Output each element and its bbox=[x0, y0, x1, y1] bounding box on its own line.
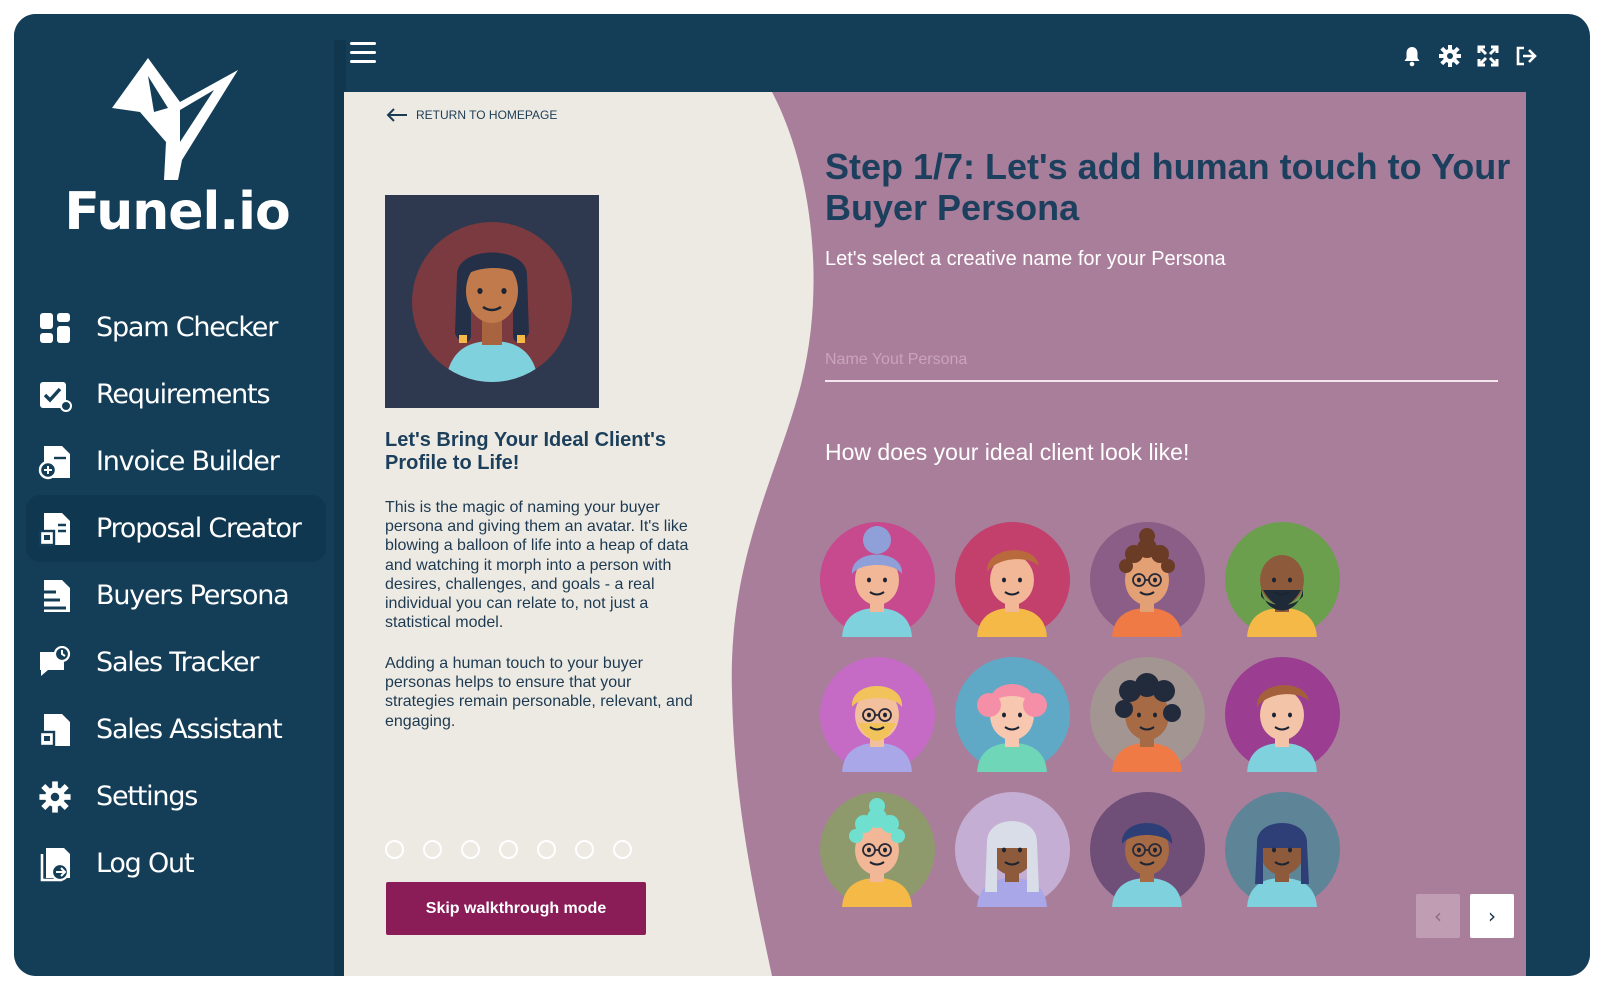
invoice-icon bbox=[38, 444, 72, 480]
avatar-option-6[interactable] bbox=[955, 657, 1070, 775]
right-edge bbox=[1526, 92, 1590, 976]
skip-walkthrough-button[interactable]: Skip walkthrough mode bbox=[386, 882, 646, 935]
person-avatar-icon bbox=[820, 792, 935, 910]
sidebar-item-label: Requirements bbox=[96, 379, 271, 410]
bell-icon[interactable] bbox=[1400, 44, 1424, 68]
person-avatar-icon bbox=[820, 522, 935, 640]
step-indicator bbox=[385, 840, 632, 859]
gear-icon bbox=[38, 779, 72, 815]
brand-name: Funel.io bbox=[64, 182, 290, 242]
main-panel: RETURN TO HOMEPAGE Let's Bring Your Idea… bbox=[344, 92, 1526, 976]
sidebar-item-invoice-builder[interactable]: Invoice Builder bbox=[26, 428, 326, 495]
topbar bbox=[346, 14, 1590, 92]
logout-icon bbox=[38, 846, 72, 882]
sidebar-item-sales-assistant[interactable]: Sales Assistant bbox=[26, 696, 326, 763]
chevron-left-icon: ‹ bbox=[1434, 904, 1442, 928]
step-dot[interactable] bbox=[385, 840, 404, 859]
person-avatar-icon bbox=[1090, 657, 1205, 775]
checklist-icon bbox=[38, 377, 72, 413]
avatar-option-4[interactable] bbox=[1225, 522, 1340, 640]
intro-paragraph-2: Adding a human touch to your buyer perso… bbox=[385, 655, 693, 730]
person-avatar-icon bbox=[955, 522, 1070, 640]
step-dot[interactable] bbox=[499, 840, 518, 859]
person-avatar-icon bbox=[820, 657, 935, 775]
chevron-right-icon: › bbox=[1488, 904, 1496, 928]
previous-button[interactable]: ‹ bbox=[1416, 894, 1460, 938]
avatar-options bbox=[820, 522, 1360, 910]
step-title: Step 1/7: Let's add human touch to Your … bbox=[825, 146, 1511, 228]
avatar-option-10[interactable] bbox=[955, 792, 1070, 910]
gear-icon[interactable] bbox=[1438, 44, 1462, 68]
persona-icon bbox=[38, 578, 72, 614]
sidebar-item-label: Buyers Persona bbox=[96, 580, 290, 611]
avatar-option-2[interactable] bbox=[955, 522, 1070, 640]
step-dot[interactable] bbox=[423, 840, 442, 859]
dashboard-icon bbox=[38, 310, 72, 346]
sidebar-nav: Spam Checker Requirements Invoice Builder P… bbox=[26, 294, 326, 897]
intro-paragraph-1: This is the magic of naming your buyer p… bbox=[385, 499, 689, 632]
sidebar-item-sales-tracker[interactable]: Sales Tracker bbox=[26, 629, 326, 696]
person-avatar-icon bbox=[955, 657, 1070, 775]
person-avatar-icon bbox=[1225, 792, 1340, 910]
avatar-pager: ‹ › bbox=[1416, 894, 1514, 938]
app-window: Funel.io Spam Checker Requirements Invoice… bbox=[14, 14, 1590, 976]
sidebar-item-label: Proposal Creator bbox=[96, 513, 302, 544]
return-to-homepage-link[interactable]: RETURN TO HOMEPAGE bbox=[386, 108, 557, 122]
step-dot[interactable] bbox=[537, 840, 556, 859]
person-avatar-icon bbox=[1225, 657, 1340, 775]
chat-icon bbox=[38, 645, 72, 681]
topbar-actions bbox=[1400, 44, 1538, 68]
sidebar-item-proposal-creator[interactable]: Proposal Creator bbox=[26, 495, 326, 562]
girl-avatar-icon bbox=[412, 222, 572, 382]
avatar-option-12[interactable] bbox=[1225, 792, 1340, 910]
sidebar: Funel.io Spam Checker Requirements Invoice… bbox=[14, 14, 346, 976]
sidebar-item-log-out[interactable]: Log Out bbox=[26, 830, 326, 897]
selected-avatar-preview bbox=[385, 195, 599, 408]
menu-icon[interactable] bbox=[350, 42, 376, 68]
sidebar-item-label: Spam Checker bbox=[96, 312, 278, 343]
step-subtitle: Let's select a creative name for your Pe… bbox=[825, 248, 1226, 270]
avatar-section-title: How does your ideal client look like! bbox=[825, 439, 1190, 465]
person-avatar-icon bbox=[1090, 522, 1205, 640]
persona-name-input[interactable] bbox=[825, 340, 1498, 382]
avatar-option-1[interactable] bbox=[820, 522, 935, 640]
sidebar-item-label: Log Out bbox=[96, 848, 195, 879]
sidebar-item-label: Sales Assistant bbox=[96, 714, 283, 745]
avatar-option-9[interactable] bbox=[820, 792, 935, 910]
step-dot[interactable] bbox=[575, 840, 594, 859]
step-dot[interactable] bbox=[461, 840, 480, 859]
person-avatar-icon bbox=[1225, 522, 1340, 640]
intro-heading: Let's Bring Your Ideal Client's Profile … bbox=[385, 429, 667, 474]
avatar-option-3[interactable] bbox=[1090, 522, 1205, 640]
avatar-option-11[interactable] bbox=[1090, 792, 1205, 910]
sidebar-item-label: Invoice Builder bbox=[96, 446, 280, 477]
person-avatar-icon bbox=[1090, 792, 1205, 910]
return-label: RETURN TO HOMEPAGE bbox=[416, 108, 558, 122]
avatar-option-7[interactable] bbox=[1090, 657, 1205, 775]
sidebar-item-label: Sales Tracker bbox=[96, 647, 259, 678]
sidebar-item-requirements[interactable]: Requirements bbox=[26, 361, 326, 428]
step-dot[interactable] bbox=[613, 840, 632, 859]
brand-logo[interactable]: Funel.io bbox=[62, 50, 292, 250]
next-button[interactable]: › bbox=[1470, 894, 1514, 938]
proposal-icon bbox=[38, 511, 72, 547]
funel-logo-icon bbox=[112, 58, 238, 180]
sidebar-item-label: Settings bbox=[96, 781, 198, 812]
fullscreen-icon[interactable] bbox=[1476, 44, 1500, 68]
sign-out-icon[interactable] bbox=[1514, 44, 1538, 68]
sidebar-item-settings[interactable]: Settings bbox=[26, 763, 326, 830]
document-icon bbox=[38, 712, 72, 748]
sidebar-item-spam-checker[interactable]: Spam Checker bbox=[26, 294, 326, 361]
person-avatar-icon bbox=[955, 792, 1070, 910]
arrow-left-icon bbox=[386, 108, 407, 122]
avatar-option-8[interactable] bbox=[1225, 657, 1340, 775]
sidebar-item-buyers-persona[interactable]: Buyers Persona bbox=[26, 562, 326, 629]
avatar-option-5[interactable] bbox=[820, 657, 935, 775]
